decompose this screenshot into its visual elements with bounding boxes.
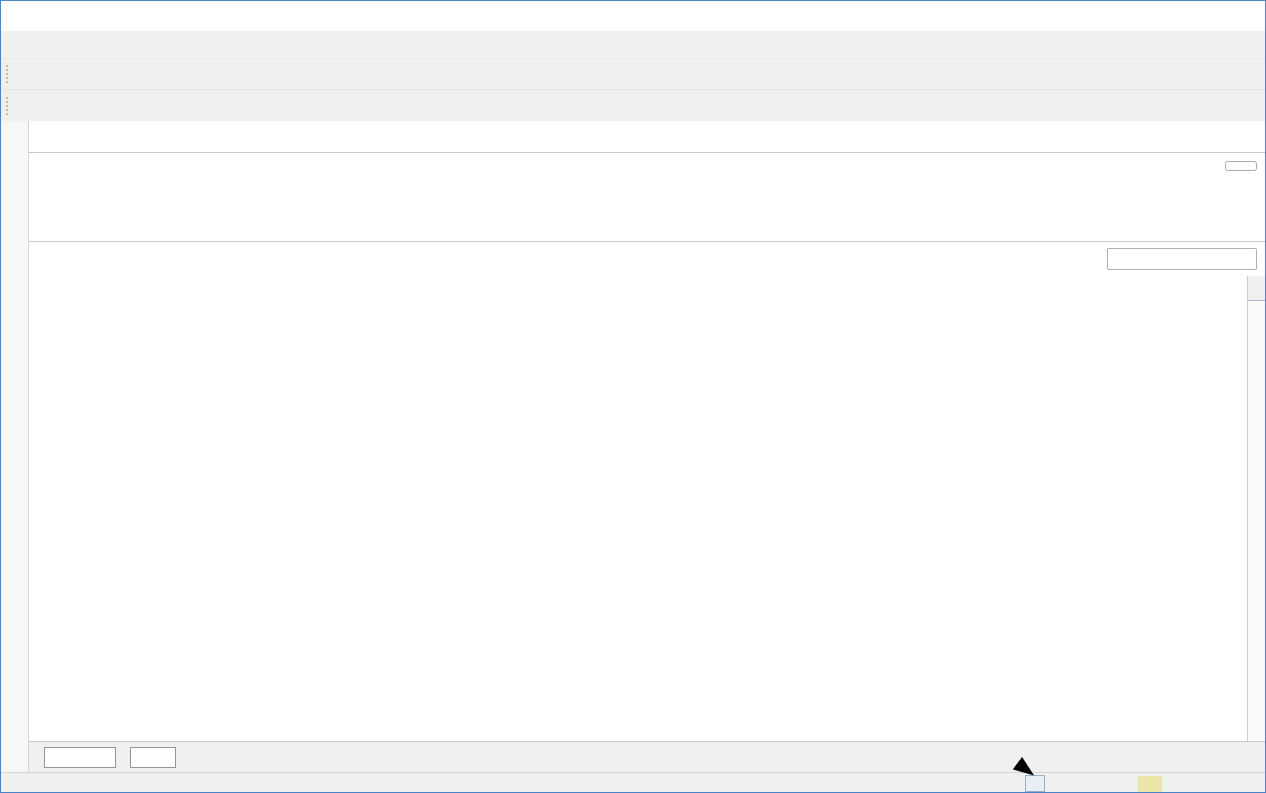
side-tab-strip xyxy=(1,121,29,772)
grid-toolbar xyxy=(29,242,1265,276)
main-toolbar xyxy=(1,58,1265,89)
window-tab-grip[interactable] xyxy=(6,97,11,115)
menu-bar xyxy=(1,31,1265,58)
search-input[interactable] xyxy=(1130,252,1266,266)
app-window xyxy=(0,0,1266,793)
toolbar-grip[interactable] xyxy=(6,65,11,83)
window-tab-bar xyxy=(1,89,1265,121)
document-tabs xyxy=(29,121,1265,153)
status-bar xyxy=(1,772,1265,793)
grid-search-box xyxy=(1107,248,1257,270)
window-controls xyxy=(1130,1,1265,31)
grid-icon xyxy=(25,98,41,114)
max-rows-input[interactable] xyxy=(44,747,116,768)
close-button[interactable] xyxy=(1220,1,1265,31)
minimize-button[interactable] xyxy=(1130,1,1175,31)
maximize-button[interactable] xyxy=(1175,1,1220,31)
main-area xyxy=(1,121,1265,772)
alerts-icon[interactable] xyxy=(1111,776,1126,791)
grid-footer xyxy=(29,741,1265,772)
app-logo-icon xyxy=(9,8,27,25)
vertical-scrollbar[interactable] xyxy=(1248,301,1265,741)
scrollbar-strip xyxy=(1247,276,1265,741)
data-grid xyxy=(29,276,1247,741)
actions-button[interactable] xyxy=(1225,161,1257,171)
grid-icon xyxy=(1250,281,1264,295)
trash-icon[interactable] xyxy=(1242,776,1256,791)
object-header xyxy=(29,153,1265,211)
window-tab-sakila-tables[interactable] xyxy=(16,98,57,114)
search-icon xyxy=(1112,252,1126,266)
sync-icon[interactable] xyxy=(1084,776,1099,791)
data-grid-area xyxy=(29,276,1265,741)
memory-indicator[interactable] xyxy=(1138,776,1230,792)
transactions-icon[interactable] xyxy=(1057,776,1072,791)
title-bar xyxy=(1,1,1265,31)
table-icon xyxy=(39,162,60,181)
memory-fill xyxy=(1138,776,1162,792)
content-area xyxy=(29,121,1265,772)
maximized-indicator-icon[interactable] xyxy=(1025,775,1045,792)
max-chars-input[interactable] xyxy=(130,747,176,768)
object-tabs xyxy=(29,211,1265,242)
column-chooser-button[interactable] xyxy=(1248,276,1265,301)
